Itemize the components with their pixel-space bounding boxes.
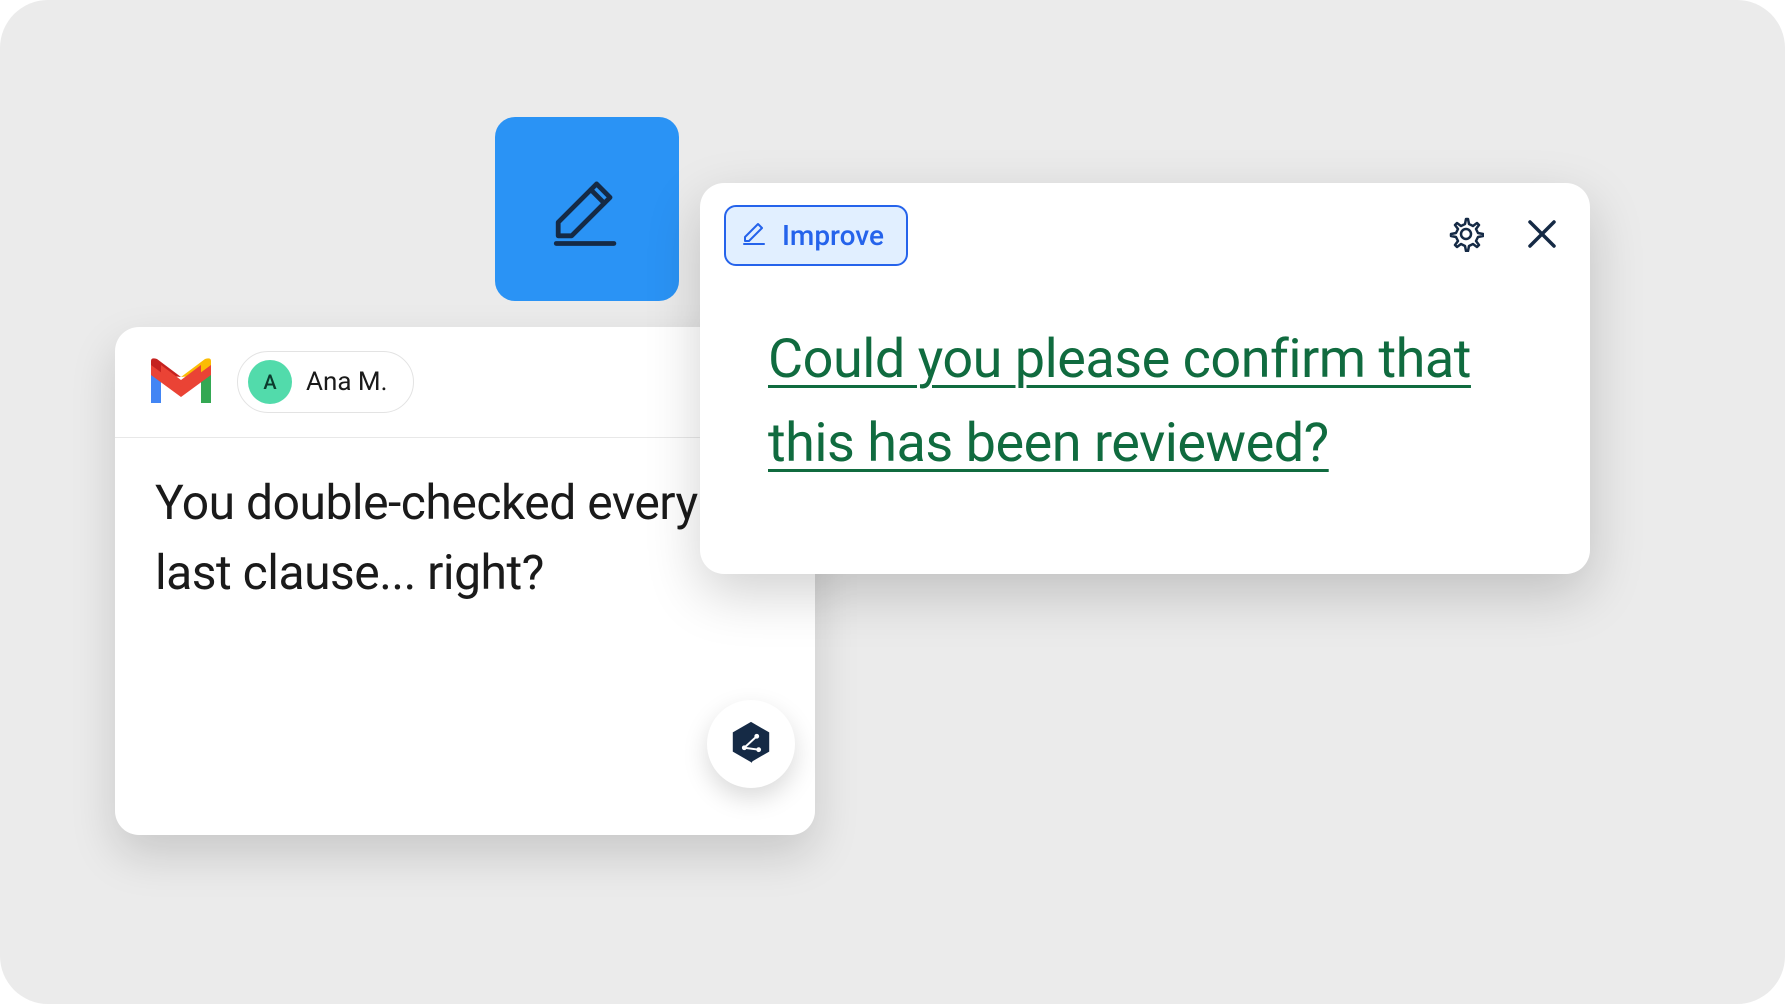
- avatar: A: [248, 360, 292, 404]
- settings-button[interactable]: [1442, 212, 1490, 260]
- canvas-background: A Ana M. You double-checked every last c…: [0, 0, 1785, 1004]
- share-button[interactable]: [707, 700, 795, 788]
- sender-name: Ana M.: [306, 367, 387, 397]
- avatar-initial: A: [263, 370, 276, 394]
- gmail-icon: [145, 355, 217, 409]
- suggestion-text[interactable]: Could you please confirm that this has b…: [768, 318, 1522, 485]
- suggestion-body: Could you please confirm that this has b…: [724, 288, 1566, 548]
- suggestion-header: Improve: [724, 205, 1566, 266]
- pencil-icon: [740, 217, 770, 254]
- suggestion-card: Improve: [700, 183, 1590, 574]
- gear-icon: [1448, 216, 1484, 256]
- improve-button[interactable]: Improve: [724, 205, 908, 266]
- close-icon: [1524, 216, 1560, 256]
- pencil-icon: [539, 159, 635, 259]
- share-icon: [728, 719, 774, 769]
- close-button[interactable]: [1518, 212, 1566, 260]
- improve-label: Improve: [782, 219, 884, 252]
- edit-tile[interactable]: [495, 117, 679, 301]
- sender-chip[interactable]: A Ana M.: [237, 351, 414, 413]
